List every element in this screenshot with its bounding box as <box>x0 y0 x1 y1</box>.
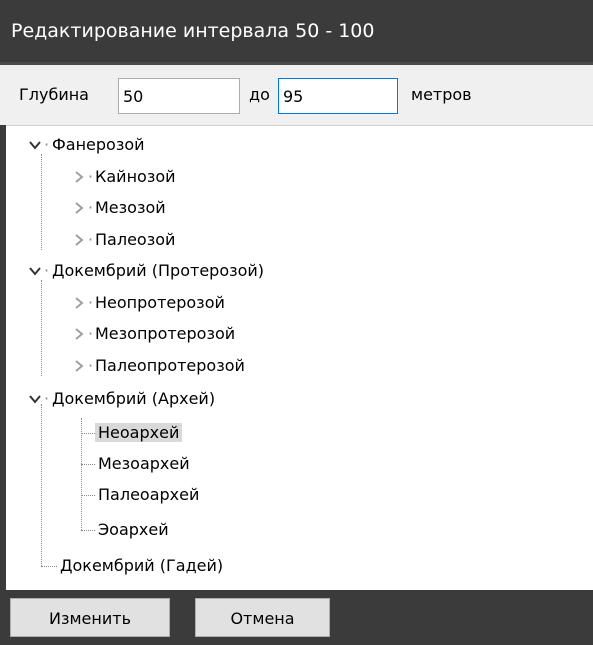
tree-node-mesoarchean[interactable]: Мезоархей <box>95 451 193 477</box>
chevron-right-icon[interactable] <box>72 327 86 341</box>
chevron-down-icon[interactable] <box>28 392 42 406</box>
tree-node-label: Докембрий (Протерозой) <box>52 261 265 280</box>
chevron-down-icon[interactable] <box>28 264 42 278</box>
depth-label: Глубина <box>19 85 89 104</box>
chevron-right-icon[interactable] <box>72 170 86 184</box>
depth-to-input[interactable] <box>278 78 398 114</box>
depth-to-label: до <box>249 85 270 104</box>
tree-guide-line <box>41 404 42 566</box>
tree-node-label: Докембрий (Гадей) <box>60 556 224 575</box>
cancel-button[interactable]: Отмена <box>195 598 330 637</box>
tree-guide-line <box>81 418 82 530</box>
tree-node-hadean[interactable]: Докембрий (Гадей) <box>57 553 226 579</box>
tree-node-label: Фанерозой <box>52 135 145 154</box>
chevron-right-icon[interactable] <box>72 296 86 310</box>
tree-node-label: Мезоархей <box>98 454 190 473</box>
depth-unit-label: метров <box>411 85 472 104</box>
chevron-right-icon[interactable] <box>72 359 86 373</box>
chevron-right-icon[interactable] <box>72 201 86 215</box>
depth-range-row: Глубина до метров <box>0 62 593 125</box>
tree-node-neoarchean[interactable]: Неоархей <box>95 420 183 446</box>
tree-node-label: Эоархей <box>98 520 169 539</box>
tree-node-label: Мезопротерозой <box>95 324 236 343</box>
chevron-right-icon[interactable] <box>72 233 86 247</box>
tree-guide-line <box>41 280 42 376</box>
tree-node-eoarchean[interactable]: Эоархей <box>95 517 172 543</box>
tree-guide-line <box>81 495 95 496</box>
tree-node-label: Неоархей <box>95 423 183 442</box>
edit-interval-dialog: Редактирование интервала 50 - 100 Глубин… <box>0 0 593 645</box>
tree-node-label: Палеоархей <box>98 485 200 504</box>
tree-guide-line <box>41 566 57 567</box>
geologic-time-tree[interactable]: · Фанерозой · Кайнозой · Мезозой · Палео… <box>6 125 593 590</box>
tree-guide-line <box>81 530 95 531</box>
tree-guide-line <box>81 464 95 465</box>
apply-button[interactable]: Изменить <box>10 598 170 637</box>
tree-node-label: Неопротерозой <box>95 293 225 312</box>
tree-node-paleoarchean[interactable]: Палеоархей <box>95 482 202 508</box>
tree-guide-line <box>41 154 42 250</box>
tree-node-label: Палеозой <box>95 230 176 249</box>
chevron-down-icon[interactable] <box>28 138 42 152</box>
tree-node-label: Кайнозой <box>95 167 176 186</box>
tree-node-label: Докембрий (Архей) <box>52 389 216 408</box>
tree-guide-line <box>81 433 95 434</box>
dialog-title: Редактирование интервала 50 - 100 <box>0 0 593 62</box>
tree-node-label: Палеопротерозой <box>95 356 245 375</box>
depth-from-input[interactable] <box>118 78 240 114</box>
dialog-button-bar: Изменить Отмена <box>0 590 593 645</box>
tree-node-label: Мезозой <box>95 198 166 217</box>
